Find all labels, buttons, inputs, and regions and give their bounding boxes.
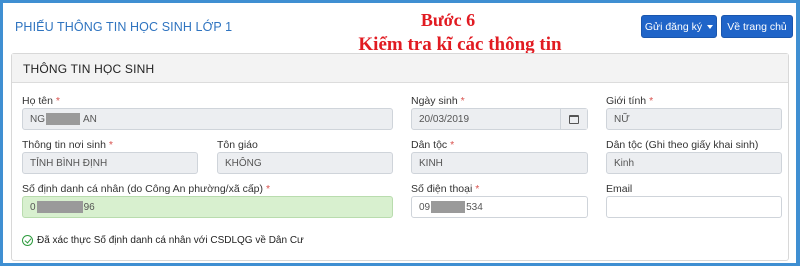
submit-registration-label: Gửi đăng ký <box>644 20 703 33</box>
chevron-down-icon <box>707 24 714 29</box>
personal-id-field[interactable]: 0 96 <box>22 196 393 218</box>
full-name-value-end: AN <box>83 113 97 125</box>
check-circle-icon <box>22 235 33 246</box>
ethnicity-value: KINH <box>419 157 443 169</box>
email-field[interactable] <box>606 196 782 218</box>
religion-field[interactable]: KHÔNG <box>217 152 393 174</box>
ethnicity-birth-cert-label: Dân tộc (Ghi theo giấy khai sinh) <box>606 139 759 151</box>
personal-id-value-start: 0 <box>30 201 36 213</box>
religion-label: Tôn giáo <box>217 139 258 151</box>
birth-place-label: Thông tin nơi sinh * <box>22 139 113 151</box>
birth-date-field[interactable]: 20/03/2019 <box>411 108 588 130</box>
phone-label: Số điện thoại * <box>411 183 480 195</box>
religion-value: KHÔNG <box>225 157 262 169</box>
full-name-value-start: NG <box>30 113 45 125</box>
home-button-label: Về trang chủ <box>727 20 787 33</box>
email-label: Email <box>606 183 633 195</box>
ethnicity-label: Dân tộc * <box>411 139 455 151</box>
full-name-label: Họ tên * <box>22 95 60 107</box>
birth-date-label: Ngày sinh * <box>411 95 465 107</box>
full-name-field[interactable]: NG AN <box>22 108 393 130</box>
gender-label: Giới tính * <box>606 95 654 107</box>
personal-id-value-end: 96 <box>83 201 95 213</box>
birth-place-field[interactable]: TỈNH BÌNH ĐỊNH <box>22 152 198 174</box>
phone-field[interactable]: 09 534 <box>411 196 588 218</box>
birth-place-value: TỈNH BÌNH ĐỊNH <box>30 157 108 169</box>
phone-value-start: 09 <box>419 201 431 213</box>
calendar-icon[interactable] <box>560 109 587 129</box>
personal-id-label: Số định danh cá nhân (do Công An phường/… <box>22 183 271 195</box>
verification-status: Đã xác thực Số định danh cá nhân với CSD… <box>22 235 304 246</box>
birth-date-value: 20/03/2019 <box>419 113 470 125</box>
verification-text: Đã xác thực Số định danh cá nhân với CSD… <box>37 235 304 246</box>
phone-value-end: 534 <box>466 201 483 213</box>
submit-registration-button[interactable]: Gửi đăng ký <box>641 15 717 38</box>
gender-field[interactable]: NỮ <box>606 108 782 130</box>
redaction-mask <box>46 113 80 125</box>
redaction-mask <box>431 201 466 213</box>
ethnicity-birth-cert-value: Kinh <box>614 157 635 169</box>
ethnicity-birth-cert-field[interactable]: Kinh <box>606 152 782 174</box>
gender-value: NỮ <box>614 113 630 125</box>
redaction-mask <box>36 201 83 213</box>
ethnicity-field[interactable]: KINH <box>411 152 588 174</box>
panel-header: THÔNG TIN HỌC SINH <box>12 54 788 83</box>
section-title: THÔNG TIN HỌC SINH <box>23 62 155 76</box>
home-button[interactable]: Về trang chủ <box>721 15 793 38</box>
